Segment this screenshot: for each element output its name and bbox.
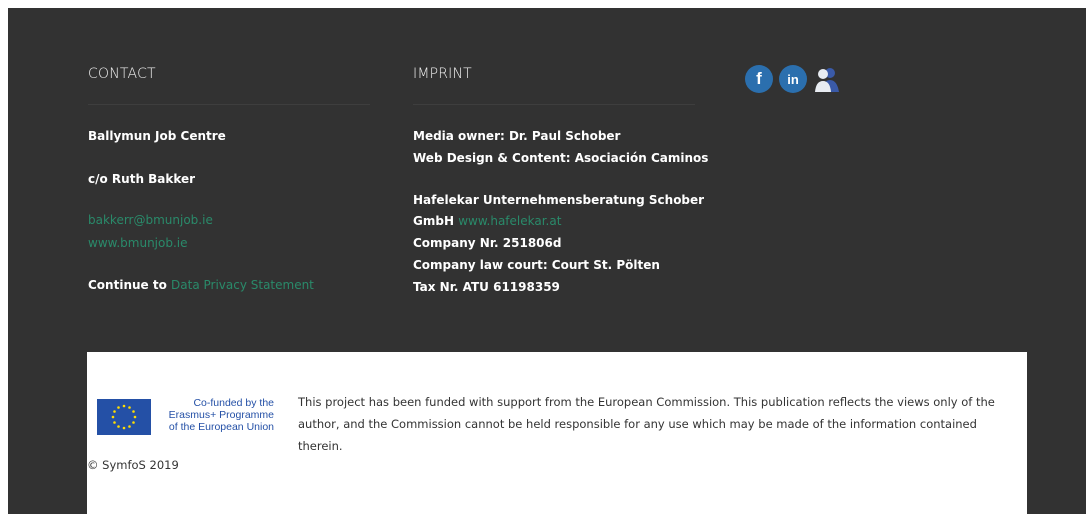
eu-line3: of the European Union — [168, 421, 274, 433]
company-name-line2: GmbH www.hafelekar.at — [413, 214, 561, 228]
eu-cofunded-text: Co-funded by the Erasmus+ Programme of t… — [152, 397, 274, 433]
media-owner: Media owner: Dr. Paul Schober — [413, 129, 621, 143]
people-icon[interactable] — [812, 64, 842, 94]
disclaimer-text: This project has been funded with suppor… — [298, 395, 995, 453]
eu-line1: Co-funded by the — [193, 397, 274, 409]
eu-flag-icon — [97, 399, 151, 435]
linkedin-icon[interactable]: in — [779, 65, 807, 93]
company-name: Hafelekar Unternehmensberatung Schober — [413, 193, 705, 207]
contact-divider — [88, 104, 370, 105]
imprint-divider — [413, 104, 695, 105]
company-number: Company Nr. 251806d — [413, 236, 562, 250]
continue-text: Continue to Data Privacy Statement — [88, 278, 314, 292]
company-website-link[interactable]: www.hafelekar.at — [458, 214, 561, 228]
tax-number: Tax Nr. ATU 61198359 — [413, 280, 560, 294]
web-design-credit: Web Design & Content: Asociación Caminos — [413, 151, 709, 165]
contact-email-link[interactable]: bakkerr@bmunjob.ie — [88, 213, 213, 227]
eu-line2: Erasmus+ Programme — [168, 409, 274, 421]
company-suffix: GmbH — [413, 214, 454, 228]
continue-prefix: Continue to — [88, 278, 167, 292]
privacy-statement-link[interactable]: Data Privacy Statement — [171, 278, 314, 292]
law-court: Company law court: Court St. Pölten — [413, 258, 660, 272]
contact-heading: CONTACT — [88, 66, 156, 82]
contact-website-link[interactable]: www.bmunjob.ie — [88, 236, 188, 250]
contact-care-of: c/o Ruth Bakker — [88, 172, 196, 186]
facebook-icon[interactable]: f — [745, 65, 773, 93]
contact-org: Ballymun Job Centre — [88, 129, 226, 143]
imprint-heading: IMPRINT — [413, 66, 472, 82]
copyright-text: © SymfoS 2019 — [87, 458, 179, 472]
